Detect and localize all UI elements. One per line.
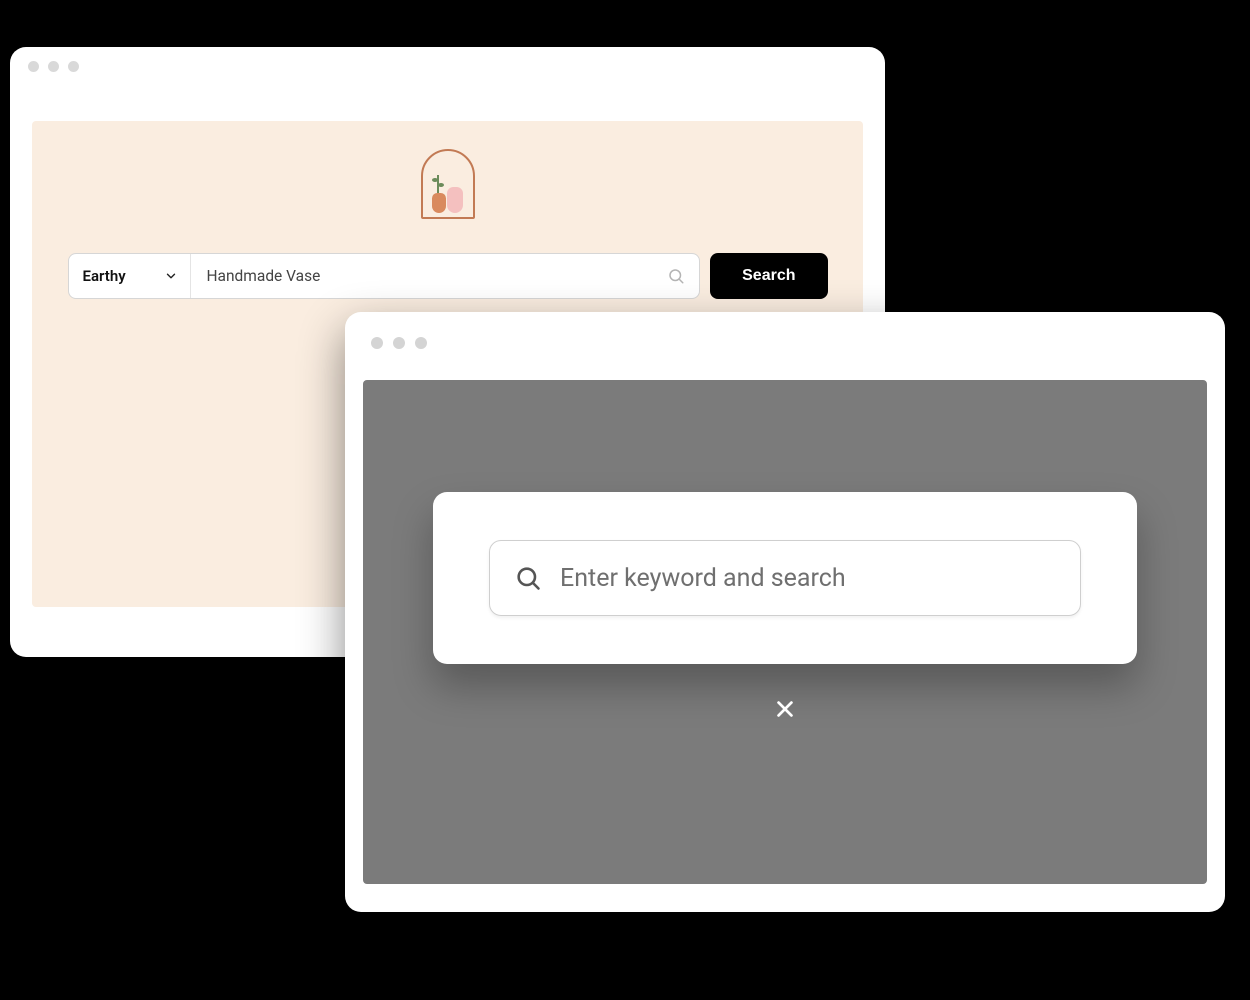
modal-backdrop: Enter keyword and search (363, 380, 1207, 884)
search-bar: Earthy Handmade Vase Search (68, 253, 828, 299)
window-titlebar (345, 312, 1225, 374)
search-input-value: Handmade Vase (207, 267, 321, 285)
modal-search-placeholder: Enter keyword and search (560, 564, 846, 593)
traffic-light-dot (371, 337, 383, 349)
brand-logo (421, 149, 475, 219)
search-combo: Earthy Handmade Vase (68, 253, 701, 299)
traffic-light-dot (415, 337, 427, 349)
search-button-label: Search (742, 267, 795, 284)
logo-leaf-icon (437, 175, 439, 193)
search-button[interactable]: Search (710, 253, 827, 299)
search-icon (514, 564, 542, 592)
logo-vase-icon (432, 193, 446, 213)
chevron-down-icon (164, 269, 178, 283)
modal-search-input[interactable]: Enter keyword and search (489, 540, 1081, 616)
logo-vase-icon (447, 187, 463, 213)
search-modal: Enter keyword and search (433, 492, 1137, 664)
close-icon[interactable] (774, 698, 796, 720)
traffic-light-dot (28, 61, 39, 72)
search-input[interactable]: Handmade Vase (191, 254, 700, 298)
search-icon (667, 267, 685, 285)
window-titlebar (10, 47, 885, 85)
traffic-light-dot (68, 61, 79, 72)
category-select-value: Earthy (83, 267, 126, 285)
category-select[interactable]: Earthy (69, 254, 191, 298)
traffic-light-dot (48, 61, 59, 72)
browser-window-front: Enter keyword and search (345, 312, 1225, 912)
traffic-light-dot (393, 337, 405, 349)
